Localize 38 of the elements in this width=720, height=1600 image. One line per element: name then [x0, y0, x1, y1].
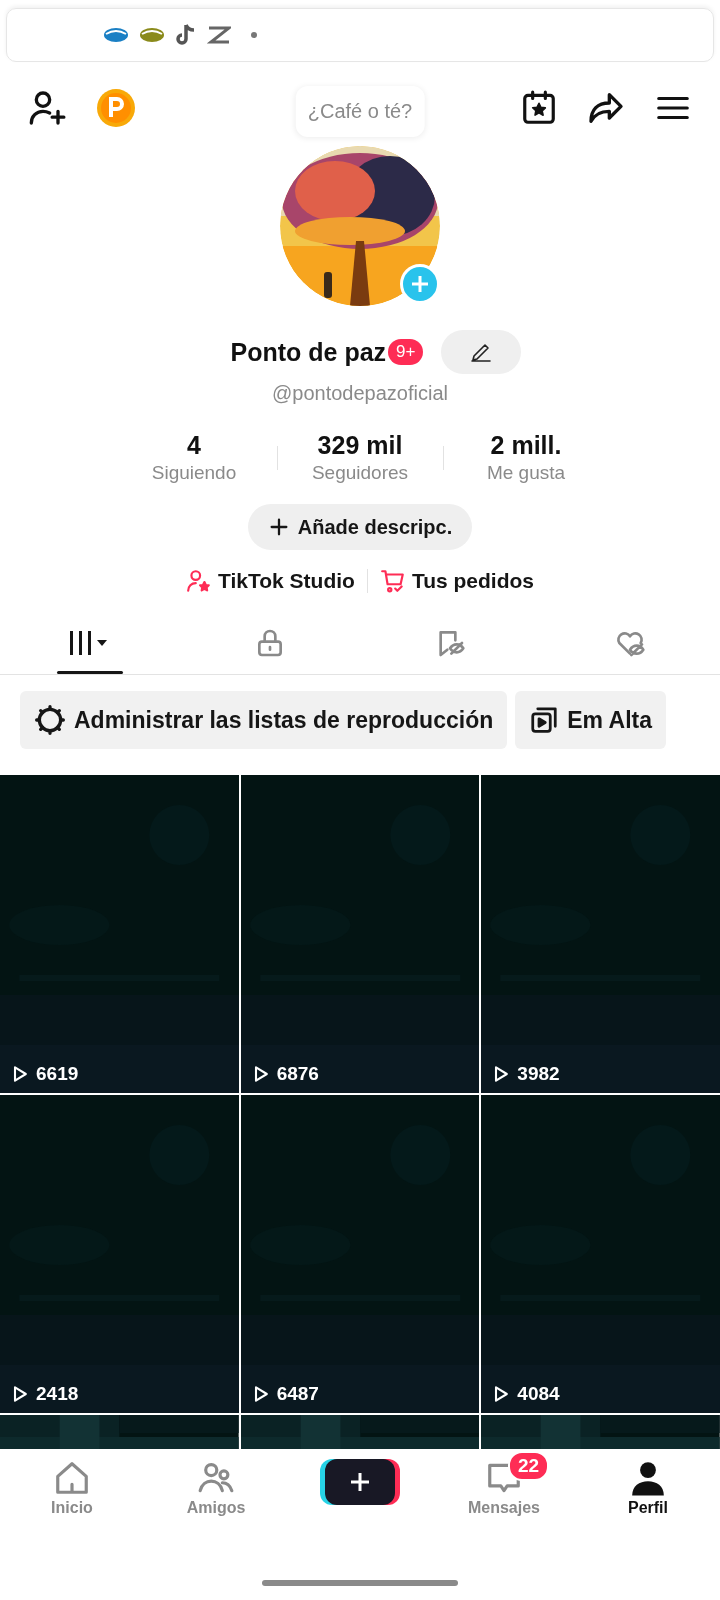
calendar-icon[interactable]: [520, 89, 558, 127]
dot-icon: [251, 32, 257, 38]
view-count: 6876: [276, 1063, 319, 1085]
view-count: 6619: [36, 1063, 79, 1085]
play-stack-icon: [529, 705, 560, 735]
nav-tab[interactable]: Perfil: [576, 1459, 720, 1517]
unread-badge: 22: [508, 1451, 550, 1481]
music-note-icon: [175, 23, 197, 47]
add-friend-icon[interactable]: [28, 88, 68, 128]
eye-icon: [103, 27, 129, 43]
filter-chip[interactable]: Em Alta: [515, 691, 666, 749]
person-icon: [629, 1459, 667, 1497]
profile-name: Ponto de paz: [230, 337, 387, 367]
plus-icon: [410, 274, 430, 294]
view-count: 3982: [517, 1063, 560, 1085]
cart-icon: [379, 568, 406, 594]
stat-label: Seguidores: [311, 462, 409, 484]
username: @pontodepazoficial: [272, 382, 448, 405]
notification-badge: 9+: [388, 339, 424, 365]
filter-chip[interactable]: Administrar las listas de reproducción: [20, 691, 508, 749]
view-count: 4084: [517, 1383, 560, 1405]
tooltip: ¿Café o té?: [295, 86, 425, 137]
gear-icon: [34, 704, 66, 736]
plus-icon: [349, 1471, 371, 1493]
edit-button[interactable]: [441, 330, 522, 374]
stat-value[interactable]: 4: [187, 431, 201, 460]
view-count: 2418: [36, 1383, 79, 1405]
profile-link[interactable]: Tus pedidos: [379, 568, 534, 594]
person-star-icon: [186, 568, 212, 594]
stat-value[interactable]: 2 mill.: [490, 431, 562, 460]
view-count: 6487: [276, 1383, 319, 1405]
home-icon: [53, 1459, 91, 1497]
profile-link[interactable]: TikTok Studio: [186, 568, 355, 594]
stat-value[interactable]: 329 mil: [317, 431, 403, 460]
stat-label: Me gusta: [486, 462, 566, 484]
stat-label: Siguiendo: [151, 462, 237, 484]
add-description-button[interactable]: Añade descripc.: [247, 504, 473, 550]
eye-icon: [139, 27, 165, 43]
